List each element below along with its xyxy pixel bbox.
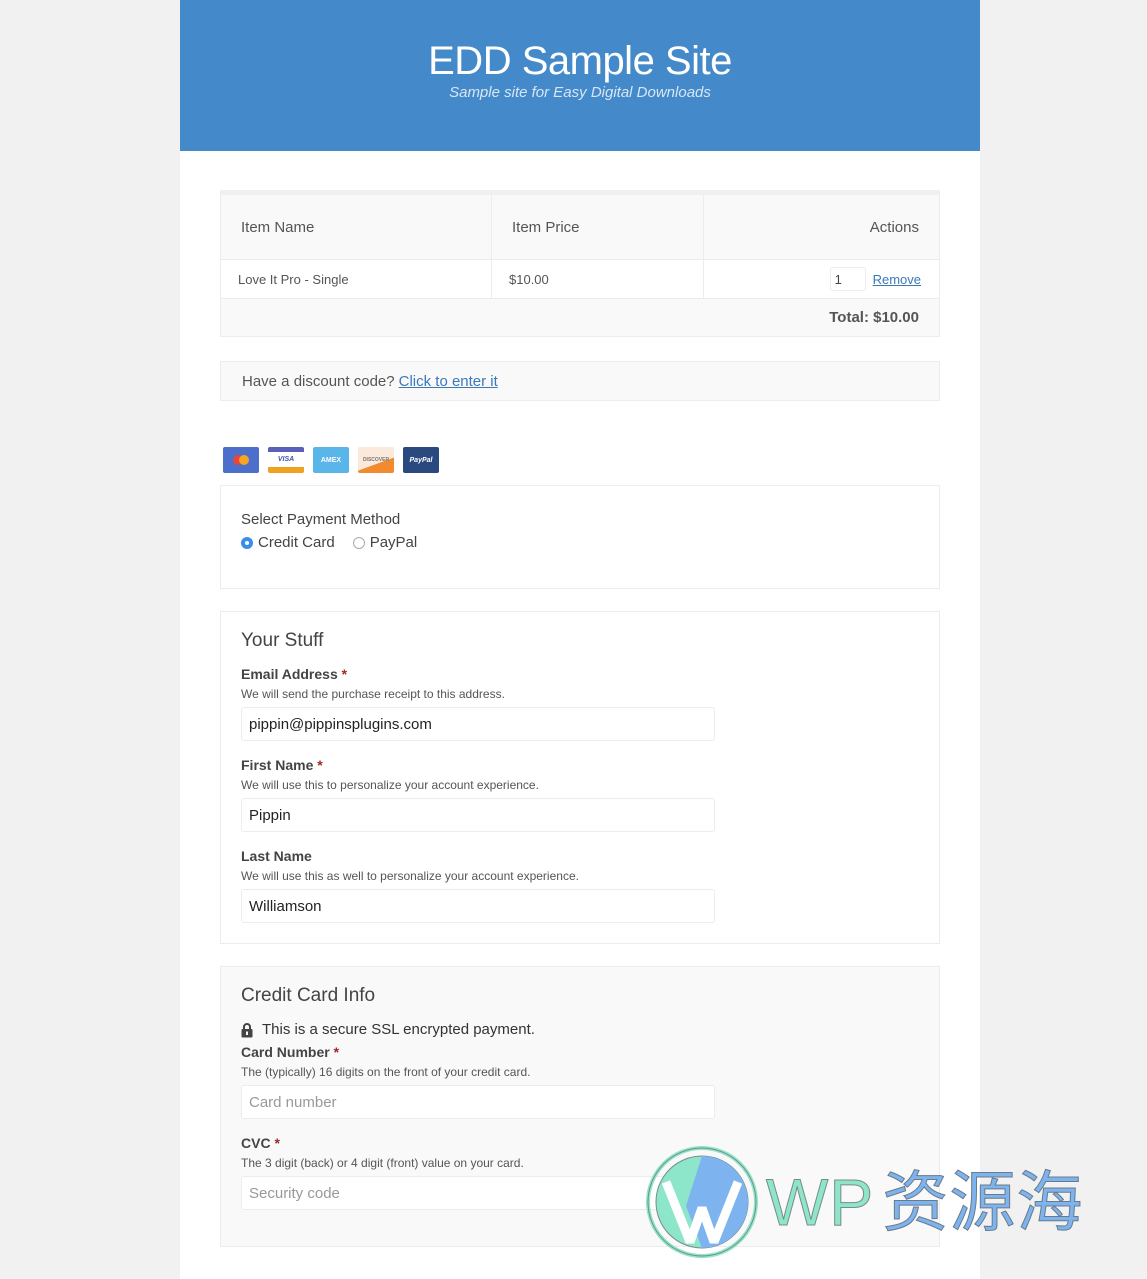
cart-footer-row: Total: $10.00 [221,299,939,336]
page: EDD Sample Site Sample site for Easy Dig… [180,0,980,1279]
required-marker: * [341,666,348,682]
your-stuff-fieldset: Your Stuff Email Address * We will send … [220,611,940,944]
card-number-description: The (typically) 16 digits on the front o… [241,1065,531,1079]
required-marker: * [333,1044,340,1060]
mastercard-icon [223,447,259,473]
cart-total: Total: $10.00 [829,309,919,326]
cvc-input[interactable] [241,1176,715,1210]
email-input[interactable] [241,707,715,741]
payment-method-options: Credit Card PayPal [241,534,919,551]
payment-option-label: Credit Card [258,534,335,551]
last-name-label: Last Name [241,848,312,864]
ssl-notice: This is a secure SSL encrypted payment. [241,1021,919,1038]
radio-selected-icon[interactable] [241,536,253,549]
discount-prompt: Have a discount code? [242,372,395,390]
required-marker: * [274,1135,280,1151]
email-label: Email Address [241,666,338,682]
cart-item-name: Love It Pro - Single [221,260,492,298]
payment-option-paypal[interactable]: PayPal [352,534,418,551]
checkout-content: Item Name Item Price Actions Love It Pro… [220,190,940,1247]
credit-card-legend: Credit Card Info [241,985,376,1006]
credit-card-fieldset: Credit Card Info This is a secure SSL en… [220,966,940,1247]
cart-table: Item Name Item Price Actions Love It Pro… [220,190,940,337]
first-name-description: We will use this to personalize your acc… [241,778,539,792]
amex-icon: AMEX [313,447,349,473]
payment-method-box: Select Payment Method Credit Card PayPal [220,485,940,589]
first-name-field-group: First Name * We will use this to persona… [241,757,919,832]
first-name-input[interactable] [241,798,715,832]
accepted-payment-icons: VISA AMEX DISCOVER PayPal [223,447,940,473]
last-name-field-group: Last Name We will use this as well to pe… [241,848,919,923]
cart-item-actions: Remove [704,260,939,298]
radio-unselected-icon[interactable] [352,536,365,549]
email-description: We will send the purchase receipt to thi… [241,687,505,701]
cvc-field-group: CVC * The 3 digit (back) or 4 digit (fro… [241,1135,919,1210]
payment-option-label: PayPal [369,534,418,551]
ssl-notice-text: This is a secure SSL encrypted payment. [262,1021,535,1038]
discount-bar: Have a discount code? Click to enter it [220,361,940,401]
payment-option-credit-card[interactable]: Credit Card [241,534,335,551]
discount-enter-link[interactable]: Click to enter it [399,373,498,390]
site-header: EDD Sample Site Sample site for Easy Dig… [180,0,980,151]
column-header-item-price: Item Price [492,195,704,259]
email-field-group: Email Address * We will send the purchas… [241,666,919,741]
last-name-input[interactable] [241,889,715,923]
payment-method-title: Select Payment Method [241,511,401,528]
last-name-description: We will use this as well to personalize … [241,869,579,883]
lock-icon [241,1022,253,1037]
card-number-field-group: Card Number * The (typically) 16 digits … [241,1044,919,1119]
card-number-label: Card Number [241,1044,330,1060]
site-title[interactable]: EDD Sample Site [180,0,980,84]
cvc-label: CVC [241,1135,271,1151]
card-number-input[interactable] [241,1085,715,1119]
discover-icon: DISCOVER [358,447,394,473]
first-name-label: First Name [241,757,314,773]
cart-item-price: $10.00 [492,260,704,298]
remove-item-link[interactable]: Remove [873,272,921,287]
paypal-icon: PayPal [403,447,439,473]
column-header-actions: Actions [869,218,919,236]
cart-item-row: Love It Pro - Single $10.00 Remove [221,260,939,299]
quantity-input[interactable] [829,267,866,291]
site-description: Sample site for Easy Digital Downloads [449,84,711,101]
cart-header-row: Item Name Item Price Actions [221,195,939,260]
cvc-description: The 3 digit (back) or 4 digit (front) va… [241,1156,524,1170]
your-stuff-legend: Your Stuff [241,630,324,651]
required-marker: * [317,757,323,773]
visa-icon: VISA [268,447,304,473]
column-header-item-name: Item Name [221,195,492,259]
